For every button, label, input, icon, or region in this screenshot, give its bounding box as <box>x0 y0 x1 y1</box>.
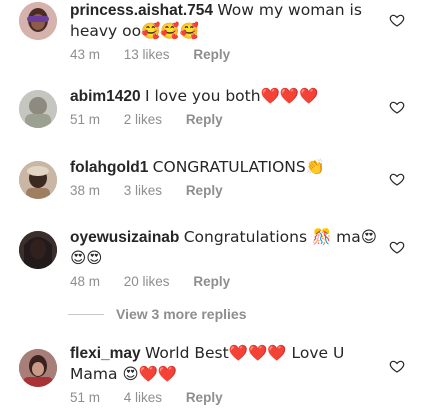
comment-time: 51 m <box>70 390 101 405</box>
reply-button[interactable]: Reply <box>186 390 223 405</box>
comment-likes[interactable]: 4 likes <box>124 390 162 405</box>
comment-username[interactable]: oyewusizainab <box>70 229 179 246</box>
comment-meta: 51 m 4 likes Reply <box>70 390 387 405</box>
comment-message: I love you both❤️❤️❤️ <box>144 87 319 105</box>
comment-likes[interactable]: 2 likes <box>124 112 162 127</box>
comment-time: 43 m <box>70 47 101 62</box>
avatar-image <box>19 161 57 199</box>
comment-time: 48 m <box>70 274 101 289</box>
avatar-image <box>19 349 57 387</box>
comment-likes[interactable]: 13 likes <box>124 47 170 62</box>
avatar-image <box>19 90 57 128</box>
divider <box>68 313 104 315</box>
view-more-replies-button[interactable]: View 3 more replies <box>68 306 246 322</box>
avatar[interactable] <box>19 161 57 199</box>
comment-likes[interactable]: 3 likes <box>124 183 162 198</box>
comment-likes[interactable]: 20 likes <box>124 274 170 289</box>
comment-meta: 43 m 13 likes Reply <box>70 47 387 62</box>
view-more-replies-label: View 3 more replies <box>116 306 247 322</box>
comment-meta: 51 m 2 likes Reply <box>70 112 387 127</box>
comment-text: flexi_may World Best❤️❤️❤️ Love U Mama 😍… <box>70 343 387 385</box>
comment-text: oyewusizainab Congratulations 🎊 ma😍😍😍 <box>70 227 387 269</box>
comment-time: 38 m <box>70 183 101 198</box>
comment-text: folahgold1 CONGRATULATIONS👏 <box>70 157 387 178</box>
comment-time: 51 m <box>70 112 101 127</box>
avatar-image <box>19 2 57 40</box>
heart-outline-icon[interactable] <box>389 358 405 374</box>
comment-username[interactable]: flexi_may <box>70 345 141 362</box>
avatar[interactable] <box>19 2 57 40</box>
avatar[interactable] <box>19 90 57 128</box>
reply-button[interactable]: Reply <box>193 274 230 289</box>
heart-outline-icon[interactable] <box>389 239 405 255</box>
comment-text: abim1420 I love you both❤️❤️❤️ <box>70 86 387 107</box>
reply-button[interactable]: Reply <box>186 183 223 198</box>
avatar[interactable] <box>19 231 57 269</box>
heart-outline-icon[interactable] <box>389 12 405 28</box>
comment-meta: 38 m 3 likes Reply <box>70 183 387 198</box>
comments-list: princess.aishat.754 Wow my woman is heav… <box>0 0 427 420</box>
comment-username[interactable]: abim1420 <box>70 88 141 105</box>
comment-message: CONGRATULATIONS👏 <box>152 158 326 176</box>
heart-outline-icon[interactable] <box>389 99 405 115</box>
avatar-image <box>19 231 57 269</box>
heart-outline-icon[interactable] <box>389 171 405 187</box>
comment-text: princess.aishat.754 Wow my woman is heav… <box>70 0 387 42</box>
reply-button[interactable]: Reply <box>193 47 230 62</box>
avatar[interactable] <box>19 349 57 387</box>
comment-username[interactable]: folahgold1 <box>70 159 148 176</box>
reply-button[interactable]: Reply <box>186 112 223 127</box>
comment-username[interactable]: princess.aishat.754 <box>70 2 213 19</box>
comment-meta: 48 m 20 likes Reply <box>70 274 387 289</box>
